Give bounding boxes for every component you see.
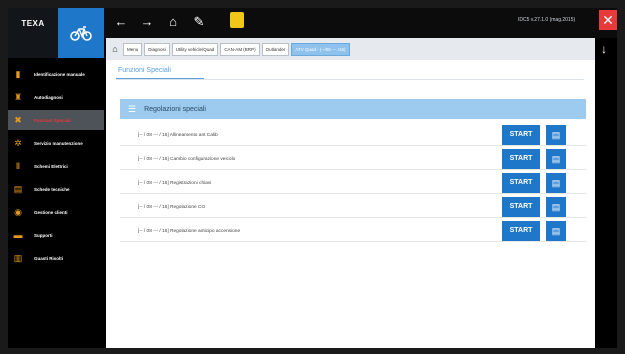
- breadcrumb-item-diagnosi[interactable]: Diagnosi: [144, 42, 170, 56]
- nav-toolbar: ← → ⌂ ✎: [114, 14, 206, 30]
- sidebar-item-label: Schede tecniche: [34, 186, 70, 192]
- back-icon[interactable]: ←: [114, 14, 128, 30]
- notification-button[interactable]: [230, 12, 244, 28]
- solved-faults-icon: ▥: [13, 252, 23, 263]
- breadcrumb-item-vehicle-type[interactable]: Utility vehicle/Quad: [171, 42, 219, 56]
- function-label: [-- / 08 --- / 16] Cambio configurazione…: [138, 156, 236, 162]
- sidebar: ▮ Identificazione manuale ♜ Autodiagnosi…: [8, 58, 104, 348]
- home-icon[interactable]: ⌂: [166, 14, 180, 30]
- sidebar-item-identificazione[interactable]: ▮ Identificazione manuale: [8, 64, 104, 84]
- version-label: IDC5 v.27.1.0 (mag.2015): [518, 17, 576, 23]
- main-panel: Funzioni Speciali ☰ Regolazioni speciali…: [106, 60, 595, 348]
- sidebar-item-supporti[interactable]: ▬ Supporti: [8, 225, 104, 245]
- function-label: [-- / 08 --- / 16] Allineamento ant Cali…: [138, 132, 218, 138]
- sidebar-item-label: Autodiagnosi: [34, 94, 63, 100]
- document-icon[interactable]: ▤: [546, 125, 566, 145]
- start-button[interactable]: START: [502, 173, 540, 193]
- function-label: [-- / 08 --- / 16] Registrazioni chiavi: [138, 180, 212, 186]
- app-window: TEXA ← → ⌂ ✎ IDC5 v.27.1.0 (mag.2015) ✕ …: [8, 8, 617, 348]
- start-button[interactable]: START: [502, 197, 540, 217]
- sidebar-item-label: Supporti: [34, 232, 53, 238]
- list-icon: ☰: [128, 103, 137, 114]
- close-button[interactable]: ✕: [599, 10, 617, 30]
- service-icon: ✲: [14, 137, 22, 148]
- sidebar-item-schemi-elettrici[interactable]: Ⅱ Schemi Elettrici: [8, 156, 104, 176]
- sidebar-item-servizio[interactable]: ✲ Servizio manutenzione: [8, 133, 104, 153]
- tab-divider: [116, 79, 584, 80]
- diagnosis-icon: ♜: [13, 91, 23, 102]
- sidebar-item-label: Schemi Elettrici: [34, 163, 68, 169]
- forward-icon[interactable]: →: [140, 14, 154, 30]
- document-icon[interactable]: ▤: [546, 221, 566, 241]
- function-label: [-- / 08 --- / 16] Regolazione anticipo …: [138, 228, 241, 234]
- sidebar-item-label: Servizio manutenzione: [34, 140, 83, 146]
- start-button[interactable]: START: [502, 221, 540, 241]
- breadcrumb-item-menu[interactable]: Menu: [123, 42, 143, 56]
- sidebar-item-guasti-risolti[interactable]: ▥ Guasti Risolti: [8, 248, 104, 268]
- sidebar-item-autodiagnosi[interactable]: ♜ Autodiagnosi: [8, 87, 104, 107]
- document-icon[interactable]: ▤: [546, 197, 566, 217]
- logo-text: TEXA: [21, 19, 45, 28]
- breadcrumb: ⌂ Menu Diagnosi Utility vehicle/Quad CAN…: [106, 38, 595, 60]
- edit-icon[interactable]: ✎: [192, 14, 206, 30]
- sidebar-item-funzioni-speciali[interactable]: ✖ Funzioni Speciali: [8, 110, 104, 130]
- breadcrumb-item-brand[interactable]: CAN-AM (BRP): [220, 42, 260, 56]
- start-button[interactable]: START: [502, 125, 540, 145]
- datasheet-icon: ▤: [13, 183, 23, 194]
- breadcrumb-home-icon[interactable]: ⌂: [109, 43, 121, 55]
- bicycle-icon: [70, 26, 92, 41]
- wiring-icon: Ⅱ: [15, 160, 21, 171]
- customers-icon: ◉: [14, 206, 22, 217]
- sidebar-item-label: Funzioni Speciali: [34, 117, 71, 123]
- vehicle-type-button[interactable]: [58, 8, 104, 58]
- function-label: [-- / 08 --- / 16] Regolazione CO: [138, 204, 206, 210]
- tab-funzioni-speciali[interactable]: Funzioni Speciali: [118, 67, 171, 74]
- minimize-icon[interactable]: ↓: [601, 42, 607, 56]
- sidebar-item-label: Guasti Risolti: [34, 255, 64, 261]
- sidebar-item-schede-tecniche[interactable]: ▤ Schede tecniche: [8, 179, 104, 199]
- document-icon[interactable]: ▤: [546, 149, 566, 169]
- section-header[interactable]: ☰ Regolazioni speciali: [120, 99, 586, 119]
- section-title: Regolazioni speciali: [144, 105, 206, 113]
- support-icon: ▬: [13, 230, 23, 240]
- tools-icon: ✖: [14, 114, 22, 125]
- sidebar-item-label: Gestione clienti: [34, 209, 68, 215]
- document-icon[interactable]: ▤: [546, 173, 566, 193]
- sidebar-item-label: Identificazione manuale: [34, 71, 85, 77]
- breadcrumb-item-model[interactable]: Outlander: [261, 42, 290, 56]
- breadcrumb-item-version[interactable]: ATV Quad - (--/08 --- /16): [291, 42, 350, 56]
- id-card-icon: ▮: [15, 68, 21, 79]
- texa-logo: TEXA: [8, 8, 58, 58]
- sidebar-item-gestione-clienti[interactable]: ◉ Gestione clienti: [8, 202, 104, 222]
- start-button[interactable]: START: [502, 149, 540, 169]
